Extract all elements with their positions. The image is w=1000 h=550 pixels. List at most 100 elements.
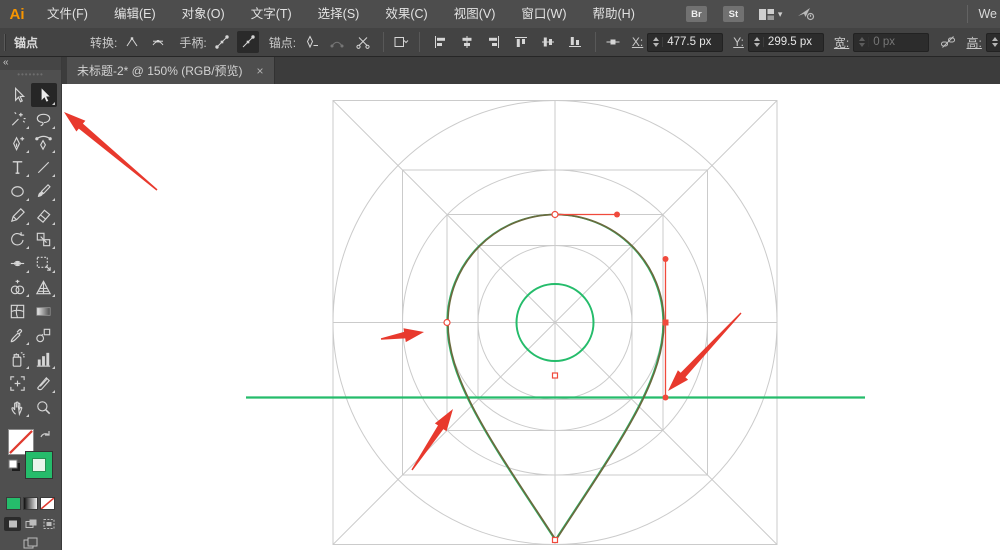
align-bottom-icon[interactable] [564, 31, 586, 53]
ellipse-tool[interactable] [5, 179, 31, 203]
screen-mode-button[interactable] [0, 537, 61, 550]
divider [594, 32, 596, 52]
none-button[interactable] [40, 497, 55, 510]
symbol-sprayer-tool[interactable] [5, 347, 31, 371]
divider [383, 32, 384, 52]
shape-builder-tool[interactable] [5, 275, 31, 299]
canvas-artboard[interactable] [62, 84, 1000, 550]
type-tool-icon [12, 160, 23, 174]
paintbrush-tool[interactable] [31, 179, 57, 203]
mesh-tool[interactable] [5, 299, 31, 323]
align-left-icon[interactable] [429, 31, 451, 53]
stock-button[interactable]: St [722, 6, 744, 22]
curvature-tool-icon [35, 135, 52, 150]
artboard-tool[interactable] [5, 371, 31, 395]
height-stepper[interactable] [989, 37, 1000, 47]
align-v-center-icon[interactable] [537, 31, 559, 53]
handles-single-icon[interactable] [236, 31, 259, 53]
panel-drag-grip[interactable]: ••••••• [0, 70, 61, 81]
draw-inside-button[interactable] [40, 517, 57, 531]
collapse-panel-button[interactable]: « [0, 57, 61, 70]
anchor-point[interactable] [551, 372, 559, 379]
slice-tool[interactable] [31, 371, 57, 395]
eraser-tool[interactable] [31, 203, 57, 227]
gradient-button[interactable] [23, 497, 38, 510]
y-field[interactable]: 299.5 px [747, 32, 824, 52]
align-top-icon[interactable] [510, 31, 532, 53]
line-segment-tool[interactable] [31, 155, 57, 179]
swap-fill-stroke-icon[interactable] [39, 427, 52, 438]
hand-tool[interactable] [5, 395, 31, 419]
handles-multiple-icon[interactable] [211, 31, 233, 53]
type-tool[interactable] [5, 155, 31, 179]
curvature-tool[interactable] [31, 131, 57, 155]
menu-item-5[interactable]: 效果(C) [372, 0, 440, 28]
color-button[interactable] [6, 497, 21, 510]
magic-wand-tool[interactable] [5, 107, 31, 131]
menu-item-4[interactable]: 选择(S) [305, 0, 373, 28]
anchor-point[interactable] [551, 536, 559, 544]
default-fill-stroke-icon[interactable] [8, 459, 21, 472]
handle-dot[interactable] [614, 211, 620, 218]
menu-item-7[interactable]: 窗口(W) [508, 0, 579, 28]
close-tab-icon[interactable]: × [257, 65, 264, 77]
document-tab[interactable]: 未标题-2* @ 150% (RGB/预览) × [67, 57, 275, 84]
menu-item-1[interactable]: 编辑(E) [101, 0, 169, 28]
align-h-center-icon[interactable] [456, 31, 478, 53]
free-transform-tool[interactable] [31, 251, 57, 275]
reference-point-icon[interactable] [605, 31, 622, 53]
chevron-down-icon: ▾ [777, 8, 783, 19]
width-tool[interactable] [5, 251, 31, 275]
menu-item-3[interactable]: 文字(T) [238, 0, 305, 28]
draw-normal-button[interactable] [4, 517, 21, 531]
draw-behind-button[interactable] [22, 517, 39, 531]
paint-buttons [0, 497, 61, 510]
convert-corner-icon[interactable] [121, 31, 143, 53]
handle-dot[interactable] [662, 394, 669, 401]
column-graph-tool[interactable] [31, 347, 57, 371]
bridge-button[interactable]: Br [685, 6, 707, 22]
rotate-tool[interactable] [5, 227, 31, 251]
pencil-tool[interactable] [5, 203, 31, 227]
stroke-swatch-green[interactable] [24, 451, 53, 479]
lasso-tool[interactable] [31, 107, 57, 131]
cut-path-icon[interactable] [352, 31, 374, 53]
link-broken-icon[interactable] [939, 31, 956, 53]
menu-item-2[interactable]: 对象(O) [169, 0, 238, 28]
x-stepper[interactable] [650, 37, 664, 47]
align-right-icon[interactable] [483, 31, 505, 53]
width-tool-icon [10, 260, 25, 266]
column-graph-tool-icon [36, 352, 51, 367]
anchor-point[interactable] [551, 210, 559, 219]
remove-anchor-icon[interactable] [300, 31, 322, 53]
height-field[interactable] [985, 32, 1000, 52]
perspective-grid-tool[interactable] [31, 275, 57, 299]
x-field[interactable]: 477.5 px [647, 32, 724, 52]
canvas-area[interactable] [62, 84, 1000, 550]
lasso-tool-icon [36, 113, 51, 126]
anchor-point[interactable] [443, 318, 451, 327]
convert-smooth-icon[interactable] [147, 31, 169, 53]
blend-tool[interactable] [31, 323, 57, 347]
selected-anchor-point[interactable] [662, 319, 669, 326]
connect-path-icon[interactable] [326, 31, 348, 53]
share-publish-icon[interactable] [796, 5, 815, 24]
divider [967, 5, 968, 23]
gradient-tool[interactable] [31, 299, 57, 323]
menu-item-6[interactable]: 视图(V) [441, 0, 509, 28]
handle-dot[interactable] [662, 256, 669, 262]
y-stepper[interactable] [751, 37, 764, 47]
isolate-object-icon[interactable] [393, 31, 410, 53]
workspace-switcher[interactable]: We [978, 0, 997, 28]
construction-guides [332, 100, 778, 545]
pen-tool[interactable] [5, 131, 31, 155]
scale-tool[interactable] [31, 227, 57, 251]
menu-item-8[interactable]: 帮助(H) [580, 0, 648, 28]
eyedropper-tool[interactable] [5, 323, 31, 347]
zoom-tool[interactable] [31, 395, 57, 419]
panel-grip[interactable] [4, 33, 6, 51]
workspace-layout-icon[interactable]: ▾ [758, 7, 783, 22]
menu-item-0[interactable]: 文件(F) [34, 0, 101, 28]
selection-tool[interactable] [5, 83, 31, 107]
direct-selection-tool[interactable] [30, 83, 57, 107]
